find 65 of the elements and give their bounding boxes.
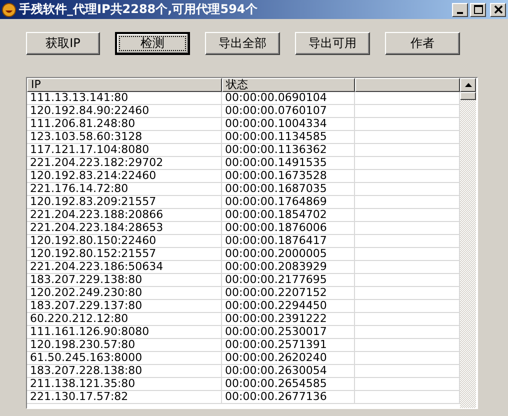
- table-cell: 00:00:00.1854702: [222, 209, 355, 221]
- table-cell: 00:00:00.1136362: [222, 144, 355, 156]
- table-cell: 60.220.212.12:80: [27, 313, 222, 325]
- table-cell: 00:00:00.1876417: [222, 235, 355, 247]
- maximize-button[interactable]: [470, 2, 486, 16]
- table-cell: 111.13.13.141:80: [27, 92, 222, 104]
- table-cell: 221.204.223.188:20866: [27, 209, 222, 221]
- table-cell: 00:00:00.2620240: [222, 352, 355, 364]
- table-cell: 00:00:00.1134585: [222, 131, 355, 143]
- table-cell: 183.207.229.137:80: [27, 300, 222, 312]
- toolbar-button[interactable]: 导出可用: [295, 32, 370, 55]
- table-cell: 61.50.245.163:8000: [27, 352, 222, 364]
- table-cell: 00:00:00.1687035: [222, 183, 355, 195]
- maximize-icon: [474, 5, 482, 14]
- table-cell: 00:00:00.2207152: [222, 287, 355, 299]
- table-cell: 00:00:00.2530017: [222, 326, 355, 338]
- table-cell: 221.176.14.72:80: [27, 183, 222, 195]
- window-title: 手残软件_代理IP共2288个,可用代理594个: [19, 1, 258, 18]
- table-cell: 120.202.249.230:80: [27, 287, 222, 299]
- table-cell: 117.121.17.104:8080: [27, 144, 222, 156]
- minimize-icon: [457, 12, 463, 14]
- table-cell: 00:00:00.0760107: [222, 105, 355, 117]
- table-cell: 00:00:00.1673528: [222, 170, 355, 182]
- table-cell: 00:00:00.1764869: [222, 196, 355, 208]
- table-cell: 00:00:00.1004334: [222, 118, 355, 130]
- close-button[interactable]: [490, 2, 506, 16]
- table-cell: 120.192.83.214:22460: [27, 170, 222, 182]
- toolbar-button[interactable]: 检测: [115, 32, 190, 55]
- table-cell: 120.198.230.57:80: [27, 339, 222, 351]
- table-cell: 00:00:00.2391222: [222, 313, 355, 325]
- table-cell: 211.138.121.35:80: [27, 378, 222, 390]
- table-cell: 183.207.229.138:80: [27, 274, 222, 286]
- table-cell: 123.103.58.60:3128: [27, 131, 222, 143]
- table-cell: 00:00:00.2000005: [222, 248, 355, 260]
- toolbar-button[interactable]: 获取IP: [26, 32, 100, 55]
- table-cell: 120.192.80.150:22460: [27, 235, 222, 247]
- table-cell: 221.204.223.186:50634: [27, 261, 222, 273]
- table-cell: 00:00:00.2571391: [222, 339, 355, 351]
- table-cell: 00:00:00.2083929: [222, 261, 355, 273]
- toolbar-button[interactable]: 作者: [385, 32, 460, 55]
- table-cell: 00:00:00.2294450: [222, 300, 355, 312]
- table-cell: 00:00:00.1876006: [222, 222, 355, 234]
- scroll-bar[interactable]: [460, 78, 476, 408]
- column-header[interactable]: IP: [27, 78, 222, 92]
- table-cell: 183.207.228.138:80: [27, 365, 222, 377]
- column-header[interactable]: 状态: [222, 78, 355, 92]
- table-cell: 111.206.81.248:80: [27, 118, 222, 130]
- table-cell: 00:00:00.0690104: [222, 92, 355, 104]
- table-cell: 221.130.17.57:82: [27, 391, 222, 403]
- table-cell: 120.192.80.152:21557: [27, 248, 222, 260]
- minimize-button[interactable]: [452, 2, 468, 16]
- column-header[interactable]: [355, 78, 460, 92]
- table-cell: 00:00:00.2630054: [222, 365, 355, 377]
- toolbar-button[interactable]: 导出全部: [205, 32, 280, 55]
- smiley-icon: [2, 2, 16, 16]
- table-cell: 221.204.223.182:29702: [27, 157, 222, 169]
- table-cell: 00:00:00.2677136: [222, 391, 355, 403]
- table-cell: 120.192.84.90:22460: [27, 105, 222, 117]
- table-cell: 00:00:00.2654585: [222, 378, 355, 390]
- table-cell: 120.192.83.209:21557: [27, 196, 222, 208]
- table-cell: 00:00:00.1491535: [222, 157, 355, 169]
- table-cell: 111.161.126.90:8080: [27, 326, 222, 338]
- table-cell: 221.204.223.184:28653: [27, 222, 222, 234]
- table-cell: 00:00:00.2177695: [222, 274, 355, 286]
- close-icon: [494, 5, 502, 14]
